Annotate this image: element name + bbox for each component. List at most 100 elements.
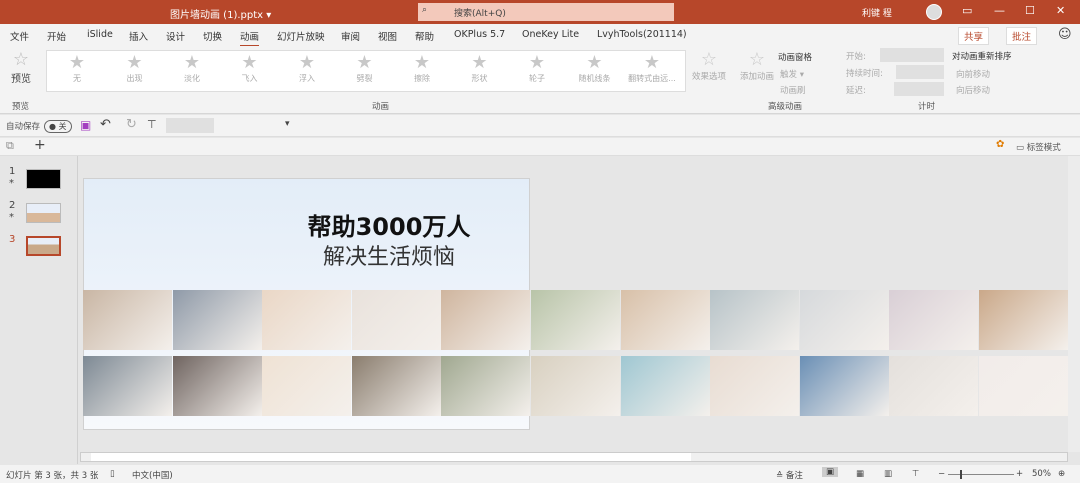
trigger-button[interactable]: 触发 ▾ [780,68,804,80]
tab-4[interactable]: 设计 [166,29,185,43]
settings-icon[interactable]: ✿ [996,139,1004,150]
effect-item[interactable]: ★ 形状 [452,53,508,84]
photo[interactable] [979,290,1068,350]
slideshow-icon[interactable]: ⊤ [912,469,919,479]
redo-icon[interactable]: ↻ [126,117,137,132]
present-icon[interactable]: ⊤ [147,118,157,131]
save-icon[interactable]: ▣ [80,118,91,132]
outline-icon[interactable]: ⧉ [6,139,14,153]
notes-button[interactable]: ≙ 备注 [776,469,803,481]
effect-item[interactable]: ★ 翻转式由远... [624,53,680,84]
tab-13[interactable]: LvyhTools(201114) [597,29,687,40]
tab-10[interactable]: 帮助 [415,29,434,43]
delay-input[interactable] [894,82,944,96]
slide-thumbnail-3[interactable] [26,236,61,256]
photo[interactable] [351,356,441,416]
normal-view-icon[interactable]: ▣ [822,467,839,477]
photo[interactable] [620,356,710,416]
slide-title[interactable]: 帮助3000万人 [84,207,694,242]
effect-item[interactable]: ★ 飞入 [222,53,278,84]
slide-thumbnail-2[interactable] [26,203,61,223]
photo[interactable] [351,290,441,350]
photo[interactable] [799,356,889,416]
slide-subtitle[interactable]: 解决生活烦恼 [84,239,694,271]
photo[interactable] [172,290,262,350]
avatar[interactable] [926,4,942,20]
tab-11[interactable]: OKPlus 5.7 [454,29,505,40]
slide-sorter-icon[interactable]: ▦ [856,469,864,479]
zoom-level[interactable]: 50% [1032,469,1051,479]
animation-pane-button[interactable]: 动画窗格 [778,51,812,63]
photo[interactable] [83,356,172,416]
effect-item[interactable]: ★ 轮子 [509,53,565,84]
effect-item[interactable]: ★ 劈裂 [337,53,393,84]
photo[interactable] [979,356,1068,416]
photo[interactable] [441,356,531,416]
horizontal-scrollbar[interactable] [80,452,1068,462]
photo[interactable] [889,356,979,416]
effect-options-button[interactable]: ☆ 效果选项 [690,50,728,83]
document-title[interactable]: 图片墙动画 (1).pptx ▾ [170,6,271,21]
preview-button[interactable]: ☆ 预览 [8,50,34,86]
photo[interactable] [441,290,531,350]
tab-12[interactable]: OneKey Lite [522,29,579,40]
reading-view-icon[interactable]: ▥ [884,469,892,479]
effect-item[interactable]: ★ 出现 [107,53,163,84]
effect-item[interactable]: ★ 擦除 [394,53,450,84]
language[interactable]: 中文(中国) [132,469,173,481]
animation-painter-button[interactable]: 动画刷 [780,84,806,96]
customize-qat-icon[interactable]: ▾ [285,119,290,129]
minimize-button[interactable]: — [994,4,1005,17]
effect-item[interactable]: ★ 淡化 [164,53,220,84]
tab-2[interactable]: iSlide [87,29,113,40]
tab-5[interactable]: 切换 [203,29,222,43]
zoom-slider-thumb[interactable] [960,470,962,479]
add-icon[interactable]: + [34,137,46,153]
effect-item[interactable]: ★ 无 [49,53,105,84]
photo[interactable] [710,356,800,416]
add-animation-button[interactable]: ☆ 添加动画 [738,50,776,83]
photo[interactable] [172,356,262,416]
move-later-button[interactable]: 向后移动 [956,84,990,96]
tab-0[interactable]: 文件 [10,29,29,43]
font-size-select[interactable] [166,118,214,133]
fit-to-window-icon[interactable]: ⊕ [1058,469,1065,479]
share-button[interactable]: 共享 [958,27,990,45]
comment-button[interactable]: 批注 [1006,27,1038,45]
photo[interactable] [531,290,620,350]
autosave-toggle[interactable]: ● 关 [44,120,72,133]
move-earlier-button[interactable]: 向前移动 [956,68,990,80]
tab-7[interactable]: 幻灯片放映 [277,29,325,43]
photo[interactable] [262,290,352,350]
tab-8[interactable]: 审阅 [341,29,360,43]
tag-mode-button[interactable]: ▭ 标签模式 [1016,141,1061,153]
tab-9[interactable]: 视图 [378,29,397,43]
search-box[interactable]: ⌕ 搜索(Alt+Q) [418,3,674,21]
spellcheck-icon[interactable]: ▯ [110,469,115,479]
start-select[interactable] [880,48,944,62]
ribbon-display-button[interactable]: ▭ [962,4,972,17]
photo[interactable] [799,290,889,350]
zoom-in-button[interactable]: + [1016,469,1023,479]
slide-thumbnail-1[interactable] [26,169,61,189]
photo[interactable] [620,290,710,350]
duration-input[interactable] [896,65,944,79]
zoom-out-button[interactable]: − [938,469,945,479]
effect-item[interactable]: ★ 随机线条 [567,53,623,84]
photo[interactable] [262,356,352,416]
user-name[interactable]: 利键 程 [862,6,892,19]
scroll-thumb[interactable] [91,453,691,461]
vertical-scrollbar[interactable] [1068,156,1080,452]
undo-icon[interactable]: ↶ [100,117,111,132]
smiley-icon[interactable]: ☺ [1058,27,1072,42]
close-button[interactable]: ✕ [1056,4,1065,17]
tab-6[interactable]: 动画 [240,29,260,47]
photo[interactable] [710,290,800,350]
tab-1[interactable]: 开始 [47,29,66,43]
maximize-button[interactable]: ☐ [1025,4,1035,17]
photo[interactable] [83,290,172,350]
photo[interactable] [889,290,979,350]
tab-3[interactable]: 插入 [129,29,148,43]
effect-item[interactable]: ★ 浮入 [279,53,335,84]
photo[interactable] [531,356,620,416]
